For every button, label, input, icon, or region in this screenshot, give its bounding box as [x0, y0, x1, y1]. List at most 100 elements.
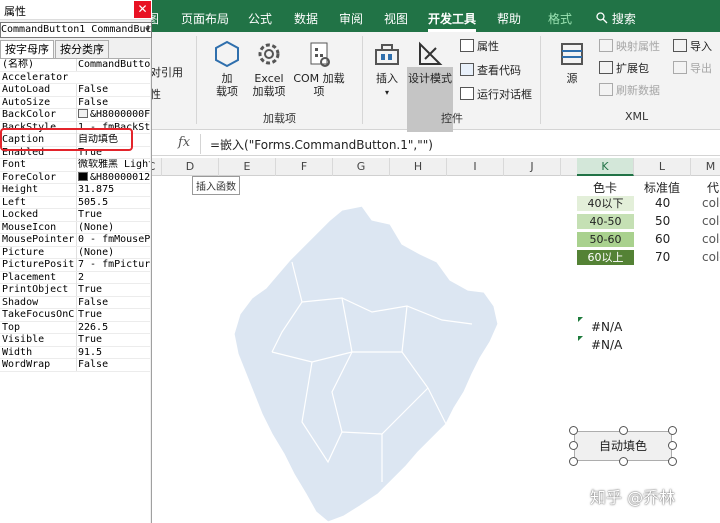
properties-button[interactable]: 属性 [460, 38, 499, 56]
property-row[interactable]: PicturePosition 7 - fmPicturePosition [0, 259, 150, 272]
legend-cell[interactable]: 50-60 [577, 232, 634, 247]
property-row[interactable]: Accelerator [0, 72, 150, 84]
legend-code[interactable]: colo [702, 214, 720, 228]
property-value[interactable]: True [76, 284, 150, 296]
legend-code[interactable]: colo [702, 232, 720, 246]
column-header-l[interactable]: L [634, 158, 691, 176]
com-addins-button[interactable]: COM 加载项 [288, 40, 350, 98]
property-row[interactable]: AutoSize False [0, 96, 150, 109]
property-row[interactable]: Left 505.5 [0, 196, 150, 209]
column-header-g[interactable]: G [333, 158, 390, 176]
property-value[interactable]: (None) [76, 221, 150, 234]
resize-handle[interactable] [619, 457, 628, 466]
addins-button[interactable]: 加 载项 [207, 40, 247, 98]
property-value[interactable]: 226.5 [76, 321, 150, 334]
legend-value[interactable]: 50 [655, 214, 670, 228]
property-value[interactable]: True [76, 309, 150, 321]
object-selector[interactable]: CommandButton1 CommandButton ▼ [0, 22, 152, 38]
view-code-button[interactable]: 查看代码 [460, 62, 521, 80]
property-row[interactable]: Visible True [0, 334, 150, 347]
property-row[interactable]: Locked True [0, 209, 150, 222]
refresh-data-button[interactable]: 刷新数据 [599, 82, 660, 100]
tab-categorized[interactable]: 按分类序 [55, 40, 109, 58]
property-row[interactable]: Placement 2 [0, 271, 150, 284]
property-value[interactable]: False [76, 296, 150, 309]
property-row[interactable]: AutoLoad False [0, 84, 150, 97]
tab-formulas[interactable]: 公式 [248, 10, 272, 27]
column-header-m[interactable]: M [691, 158, 720, 176]
map-region-shape[interactable] [233, 205, 499, 523]
property-value[interactable]: False [76, 84, 150, 96]
property-value[interactable]: False [76, 96, 150, 109]
property-row[interactable]: Picture (None) [0, 246, 150, 259]
property-value[interactable]: False [76, 359, 150, 371]
property-row[interactable]: Width 91.5 [0, 346, 150, 359]
tab-data[interactable]: 数据 [294, 10, 318, 27]
xml-source-button[interactable]: 源 [554, 40, 590, 85]
property-row[interactable]: PrintObject True [0, 284, 150, 297]
column-header-d[interactable]: D [162, 158, 219, 176]
tab-view[interactable]: 视图 [384, 10, 408, 27]
property-value[interactable]: 31.875 [76, 184, 150, 196]
xml-import-button[interactable]: 导入 [673, 38, 712, 56]
column-header-j[interactable]: J [504, 158, 561, 176]
legend-value[interactable]: 40 [655, 196, 670, 210]
column-header-h[interactable]: H [390, 158, 447, 176]
property-value[interactable]: 505.5 [76, 196, 150, 209]
close-button[interactable]: ✕ [134, 1, 151, 18]
insert-function-icon[interactable]: fx [178, 135, 190, 150]
legend-value[interactable]: 70 [655, 250, 670, 264]
property-value[interactable]: CommandButton1 [76, 59, 150, 71]
relative-reference-button[interactable]: 对引用 [150, 64, 183, 82]
property-value[interactable]: 2 [76, 271, 150, 284]
map-properties-button[interactable]: 映射属性 [599, 38, 660, 56]
property-row[interactable]: Font 微软雅黑 Light [0, 159, 150, 172]
resize-handle[interactable] [569, 457, 578, 466]
xml-export-button[interactable]: 导出 [673, 60, 712, 78]
resize-handle[interactable] [569, 426, 578, 435]
property-row[interactable]: WordWrap False [0, 359, 150, 372]
resize-handle[interactable] [668, 457, 677, 466]
tell-me-search[interactable]: 搜索 [596, 10, 636, 27]
column-header-f[interactable]: F [276, 158, 333, 176]
na-cell[interactable]: #N/A [591, 320, 622, 334]
property-row[interactable]: ForeColor &H80000012& [0, 171, 150, 184]
property-row[interactable]: Shadow False [0, 296, 150, 309]
property-row[interactable]: MousePointer 0 - fmMousePointer [0, 234, 150, 247]
resize-handle[interactable] [569, 441, 578, 450]
property-row[interactable]: TakeFocusOnClick True [0, 309, 150, 322]
tab-page-layout[interactable]: 页面布局 [181, 10, 229, 27]
legend-value[interactable]: 60 [655, 232, 670, 246]
tab-help[interactable]: 帮助 [497, 10, 521, 27]
legend-code[interactable]: colo [702, 250, 720, 264]
column-header-k[interactable]: K [577, 158, 634, 176]
legend-code[interactable]: colo [702, 196, 720, 210]
resize-handle[interactable] [619, 426, 628, 435]
property-row[interactable]: Top 226.5 [0, 321, 150, 334]
property-value[interactable]: 微软雅黑 Light [76, 159, 150, 171]
tab-developer[interactable]: 开发工具 [428, 10, 476, 27]
legend-cell[interactable]: 40-50 [577, 214, 634, 229]
property-value[interactable]: (None) [76, 246, 150, 259]
property-value[interactable]: 91.5 [76, 346, 150, 359]
insert-control-button[interactable]: 插入 ▾ [370, 40, 404, 99]
column-header-i[interactable]: I [447, 158, 504, 176]
legend-cell[interactable]: 60以上 [577, 250, 634, 265]
design-mode-button[interactable]: 设计模式 [406, 40, 454, 85]
property-value[interactable]: 0 - fmMousePointer [76, 234, 150, 246]
property-row[interactable]: BackColor &H8000000F& [0, 109, 150, 122]
excel-addins-button[interactable]: Excel 加载项 [248, 40, 290, 98]
legend-cell[interactable]: 40以下 [577, 196, 634, 211]
property-row[interactable]: MouseIcon (None) [0, 221, 150, 234]
resize-handle[interactable] [668, 426, 677, 435]
property-value[interactable]: True [76, 209, 150, 221]
expansion-packs-button[interactable]: 扩展包 [599, 60, 649, 78]
property-value[interactable]: 7 - fmPicturePosition [76, 259, 150, 271]
column-header-e[interactable]: E [219, 158, 276, 176]
worksheet-grid[interactable]: 色卡 标准值 代 40以下 40-50 50-60 60以上 40 50 60 … [152, 177, 720, 523]
property-row[interactable]: Height 31.875 [0, 184, 150, 197]
na-cell[interactable]: #N/A [591, 338, 622, 352]
property-value[interactable]: True [76, 334, 150, 346]
run-dialog-button[interactable]: 运行对话框 [460, 86, 532, 104]
property-value[interactable]: &H8000000F& [76, 109, 150, 121]
